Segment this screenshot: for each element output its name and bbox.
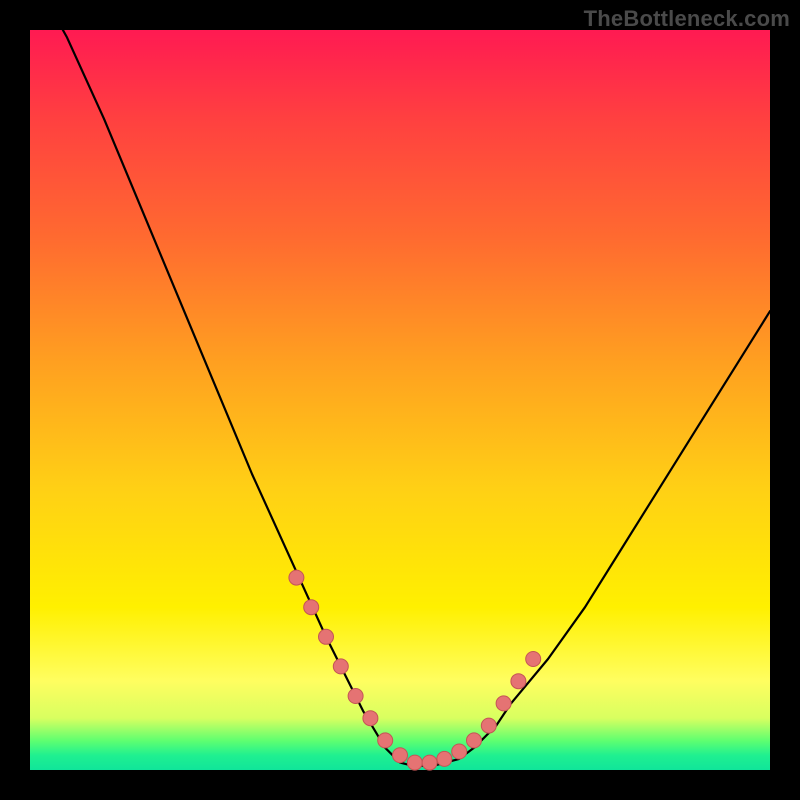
watermark-text: TheBottleneck.com: [584, 6, 790, 32]
curve-marker: [378, 733, 393, 748]
curve-markers: [289, 570, 541, 770]
chart-frame: TheBottleneck.com: [0, 0, 800, 800]
curve-marker: [333, 659, 348, 674]
curve-marker: [348, 689, 363, 704]
curve-marker: [289, 570, 304, 585]
curve-marker: [511, 674, 526, 689]
curve-marker: [467, 733, 482, 748]
curve-marker: [319, 629, 334, 644]
curve-marker: [481, 718, 496, 733]
curve-marker: [526, 652, 541, 667]
curve-marker: [496, 696, 511, 711]
curve-marker: [393, 748, 408, 763]
curve-marker: [363, 711, 378, 726]
curve-marker: [452, 744, 467, 759]
curve-layer: [30, 30, 770, 770]
bottleneck-curve: [30, 0, 770, 766]
curve-marker: [407, 755, 422, 770]
curve-marker: [304, 600, 319, 615]
curve-marker: [437, 751, 452, 766]
curve-marker: [422, 755, 437, 770]
plot-area: [30, 30, 770, 770]
